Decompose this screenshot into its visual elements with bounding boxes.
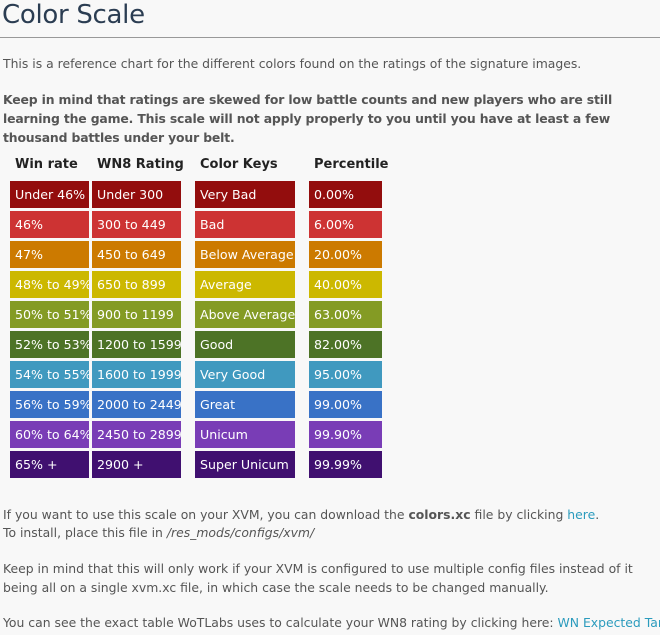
percentile-cell: 6.00% [309,211,382,238]
color-key-cell: Great [195,391,295,418]
wn8-cell: 300 to 449 [92,211,181,238]
wn8-cell: 450 to 649 [92,241,181,268]
download-filename: colors.xc [408,507,471,522]
install-prefix: To install, place this file in [3,525,167,540]
win-rate-cell: 46% [10,211,89,238]
color-key-cell: Below Average [195,241,295,268]
win-rate-cell: 56% to 59% [10,391,89,418]
download-middle: file by clicking [470,507,568,522]
wn8-cell: 2000 to 2449 [92,391,181,418]
color-key-cell: Good [195,331,295,358]
win-rate-cell: 65% + [10,451,89,478]
win-rate-cell: 52% to 53% [10,331,89,358]
download-suffix: . [595,507,600,522]
download-prefix: If you want to use this scale on your XV… [3,507,409,522]
percentile-cell: 0.00% [309,181,382,208]
header-color-keys: Color Keys [200,157,278,172]
win-rate-cell: 60% to 64% [10,421,89,448]
percentile-cell: 99.00% [309,391,382,418]
note-text: Keep in mind that this will only work if… [3,561,633,595]
download-text: If you want to use this scale on your XV… [3,505,599,524]
percentile-cell: 95.00% [309,361,382,388]
color-key-cell: Very Bad [195,181,295,208]
color-key-cell: Very Good [195,361,295,388]
win-rate-cell: Under 46% [10,181,89,208]
percentile-cell: 82.00% [309,331,382,358]
percentile-cell: 99.90% [309,421,382,448]
expected-text: You can see the exact table WoTLabs uses… [3,613,660,632]
color-key-cell: Bad [195,211,295,238]
color-key-cell: Above Average [195,301,295,328]
header-percentile: Percentile [314,157,389,172]
percentile-cell: 99.99% [309,451,382,478]
install-path: /res_mods/configs/xvm/ [166,525,315,540]
win-rate-cell: 54% to 55% [10,361,89,388]
header-win-rate: Win rate [15,157,78,172]
wn8-cell: 650 to 899 [92,271,181,298]
percentile-cell: 40.00% [309,271,382,298]
win-rate-cell: 50% to 51% [10,301,89,328]
expected-prefix: You can see the exact table WoTLabs uses… [3,615,558,630]
percentile-cell: 20.00% [309,241,382,268]
win-rate-cell: 47% [10,241,89,268]
intro-text: This is a reference chart for the differ… [3,56,582,71]
wn-expected-tank-link[interactable]: WN Expected Tank [558,615,660,630]
wn8-cell: Under 300 [92,181,181,208]
wn8-cell: 1600 to 1999 [92,361,181,388]
warning-text: Keep in mind that ratings are skewed for… [3,92,613,145]
install-text: To install, place this file in /res_mods… [3,523,314,542]
wn8-cell: 1200 to 1599 [92,331,181,358]
page-title: Color Scale [2,0,145,30]
win-rate-cell: 48% to 49% [10,271,89,298]
header-wn8-rating: WN8 Rating [97,157,184,172]
download-here-link[interactable]: here [567,507,595,522]
wn8-cell: 2450 to 2899 [92,421,181,448]
wn8-cell: 2900 + [92,451,181,478]
color-key-cell: Super Unicum [195,451,295,478]
color-key-cell: Unicum [195,421,295,448]
percentile-cell: 63.00% [309,301,382,328]
color-key-cell: Average [195,271,295,298]
wn8-cell: 900 to 1199 [92,301,181,328]
title-divider [0,37,660,38]
